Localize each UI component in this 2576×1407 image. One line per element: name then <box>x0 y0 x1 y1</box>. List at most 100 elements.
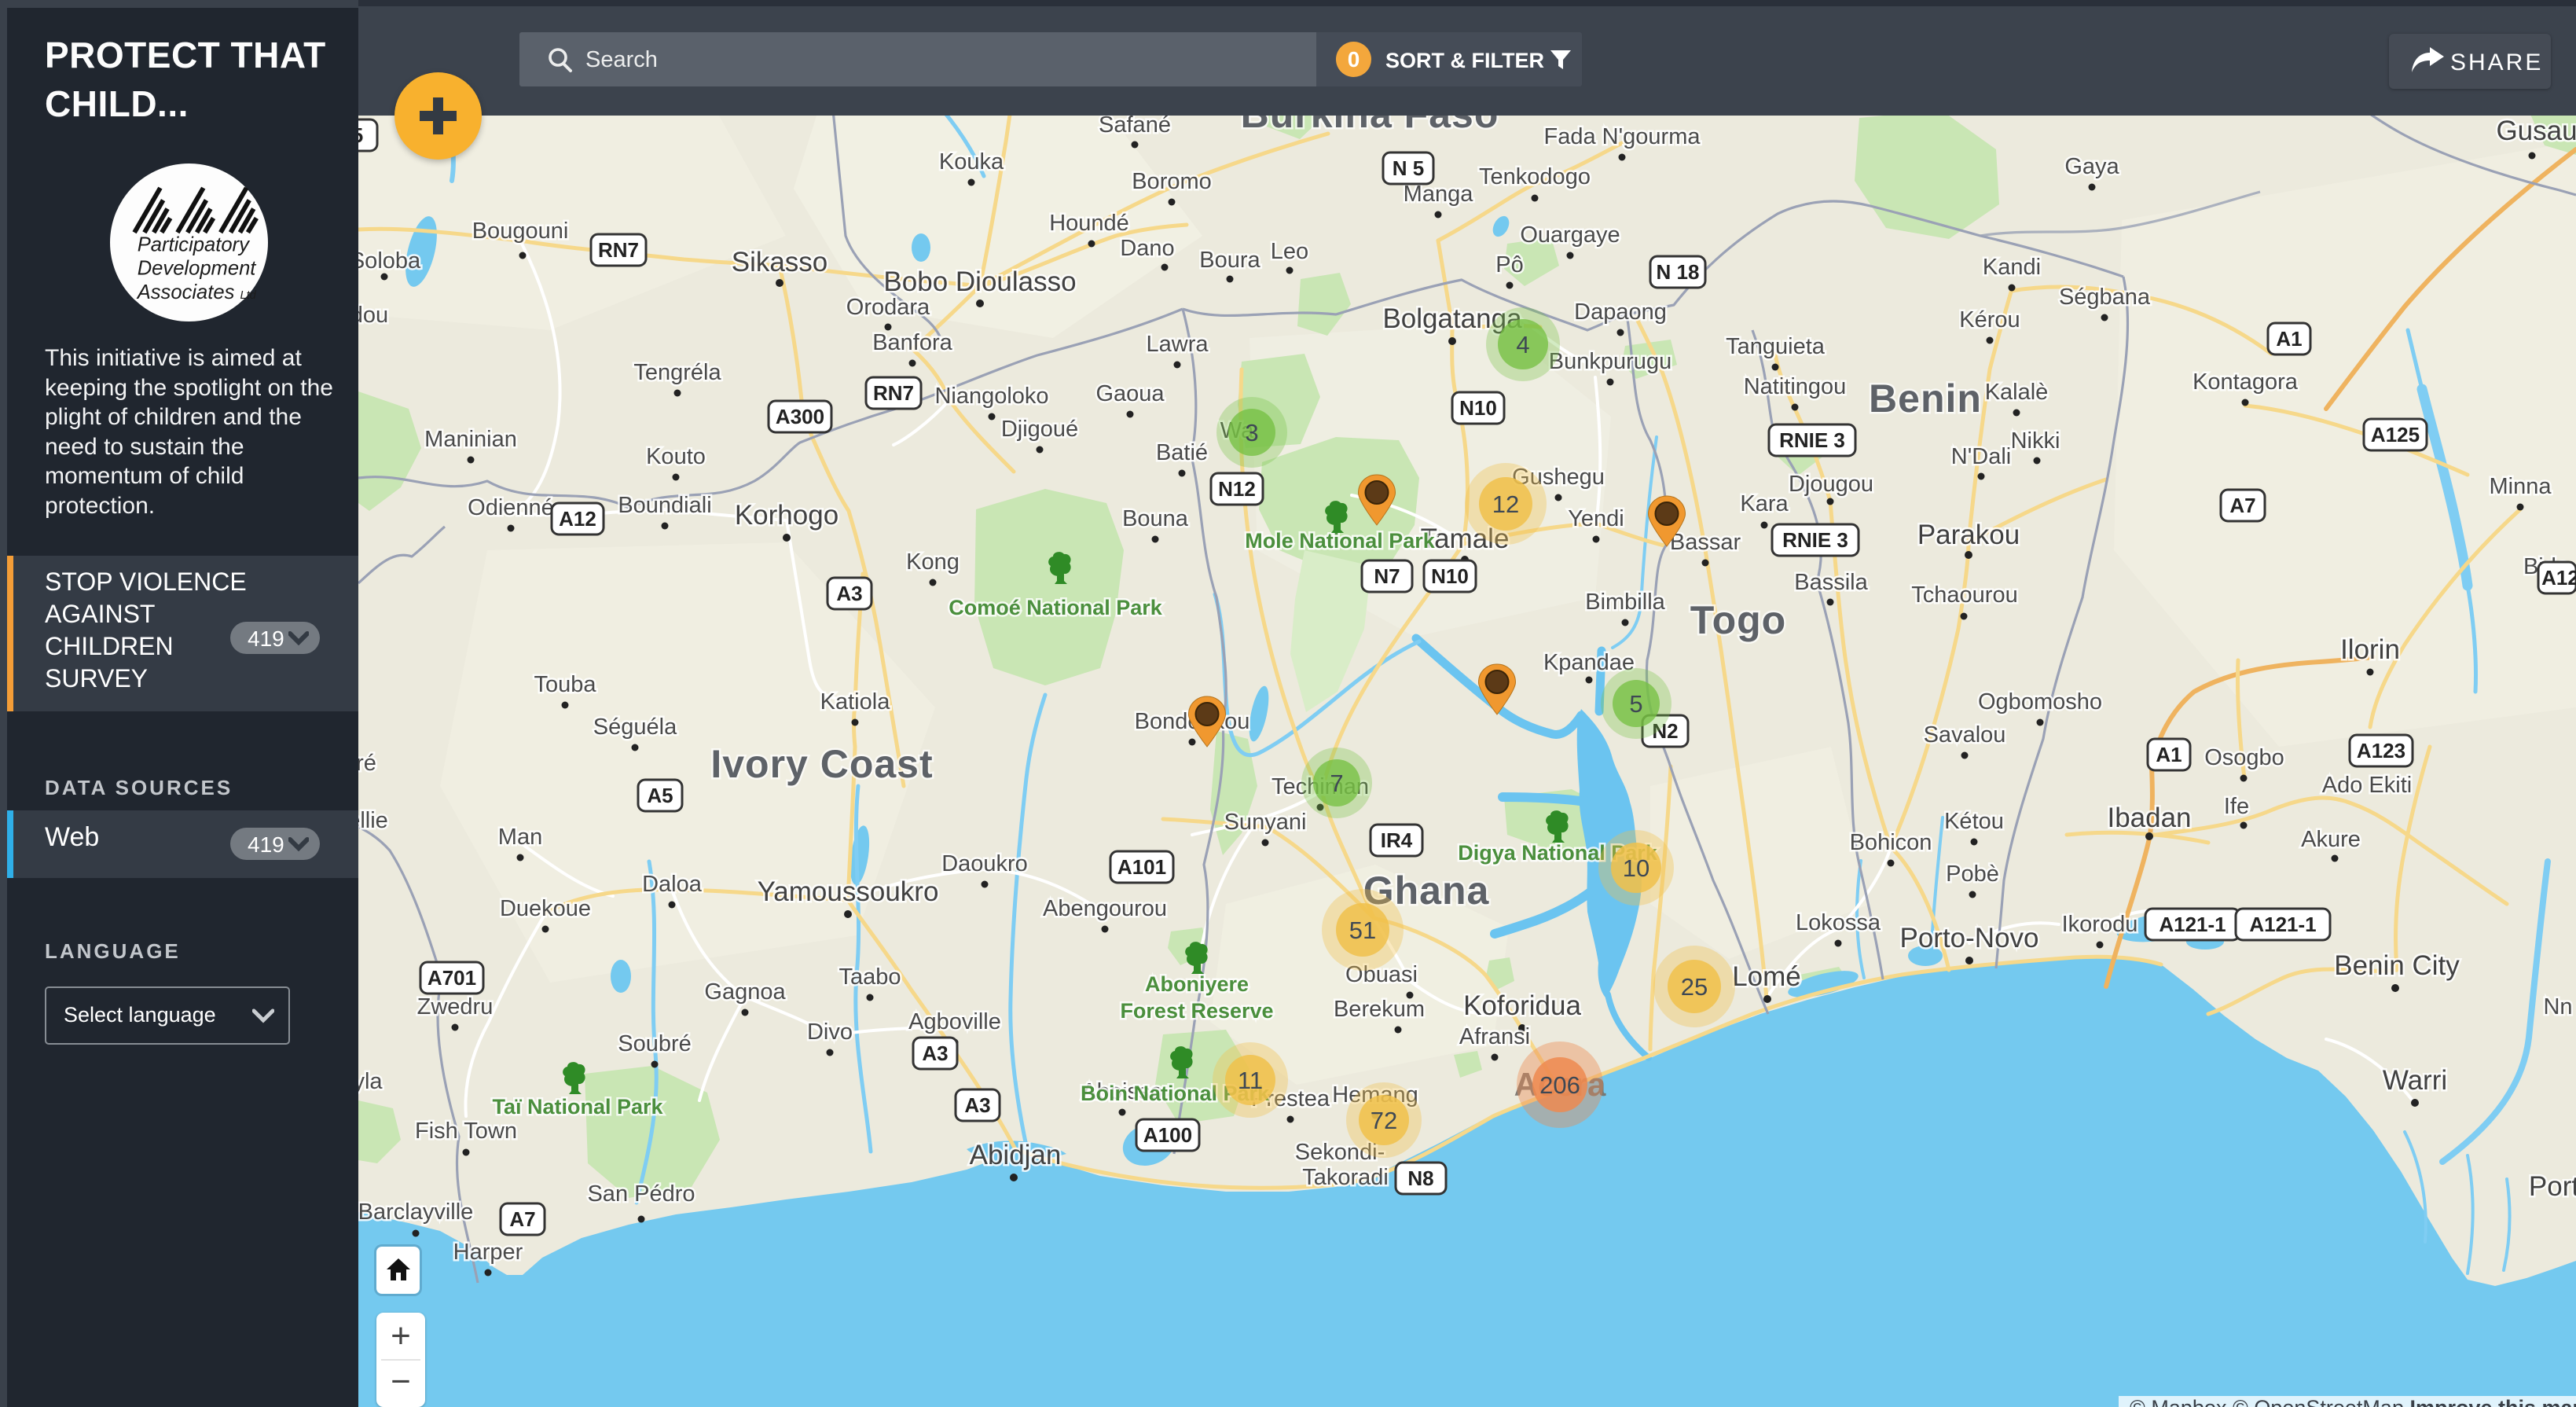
svg-text:A121-1: A121-1 <box>2249 913 2316 936</box>
svg-text:Kalalè: Kalalè <box>1985 380 2049 405</box>
svg-text:A1: A1 <box>2156 743 2182 766</box>
svg-text:Koforidua: Koforidua <box>1463 990 1581 1021</box>
svg-text:Gusau: Gusau <box>2496 116 2576 146</box>
svg-text:Safané: Safané <box>1099 112 1171 138</box>
svg-text:RNIE 3: RNIE 3 <box>1782 528 1848 552</box>
svg-text:Ilorin: Ilorin <box>2340 634 2400 665</box>
svg-text:N8: N8 <box>1407 1166 1433 1190</box>
svg-text:Niangoloko: Niangoloko <box>934 384 1048 409</box>
svg-text:51: 51 <box>1349 917 1376 944</box>
svg-text:Porto-Novo: Porto-Novo <box>1899 923 2038 953</box>
svg-text:Odienné: Odienné <box>468 495 554 520</box>
svg-text:N 18: N 18 <box>1657 260 1700 284</box>
svg-text:Taï National Park: Taï National Park <box>492 1095 663 1119</box>
svg-text:N7: N7 <box>1374 564 1400 588</box>
svg-text:Togo: Togo <box>1690 598 1786 642</box>
svg-text:Bunkpurugu: Bunkpurugu <box>1549 349 1671 374</box>
svg-text:RNIE 3: RNIE 3 <box>1779 428 1845 452</box>
svg-text:Development: Development <box>138 258 257 280</box>
svg-text:Benin City: Benin City <box>2334 950 2460 981</box>
svg-text:Fada N'gourma: Fada N'gourma <box>1544 124 1701 149</box>
svg-text:Afransi: Afransi <box>1459 1024 1530 1049</box>
svg-text:Taabo: Taabo <box>838 964 901 990</box>
svg-text:Djougou: Djougou <box>1789 472 1873 497</box>
svg-text:Soubré: Soubré <box>618 1031 692 1056</box>
svg-text:Ikorodu: Ikorodu <box>2062 912 2138 937</box>
svg-text:Katiola: Katiola <box>820 689 891 715</box>
svg-text:3: 3 <box>1245 419 1258 446</box>
svg-text:A123: A123 <box>2357 739 2405 762</box>
svg-text:Daoukro: Daoukro <box>941 851 1028 876</box>
svg-text:Touba: Touba <box>534 672 596 697</box>
svg-text:Boura: Boura <box>1199 248 1260 273</box>
svg-text:A101: A101 <box>1117 855 1166 879</box>
svg-text:Pobè: Pobè <box>1946 861 1999 887</box>
svg-text:Zwedru: Zwedru <box>417 994 494 1019</box>
svg-text:4: 4 <box>1516 331 1529 358</box>
svg-text:Nn: Nn <box>2543 994 2572 1019</box>
svg-text:Natitingou: Natitingou <box>1744 374 1847 399</box>
svg-text:N 5: N 5 <box>1393 156 1424 180</box>
svg-text:Duekoue: Duekoue <box>500 896 591 921</box>
svg-text:Participatory: Participatory <box>138 233 251 255</box>
svg-text:Gaya: Gaya <box>2064 154 2119 179</box>
svg-text:Forest Reserve: Forest Reserve <box>1120 999 1273 1023</box>
svg-text:Kong: Kong <box>906 549 960 575</box>
svg-text:Yendi: Yendi <box>1568 506 1624 531</box>
svg-text:Harper: Harper <box>453 1240 523 1265</box>
svg-text:Orodara: Orodara <box>846 295 930 320</box>
svg-text:N12: N12 <box>1218 477 1256 501</box>
svg-text:Djigoué: Djigoué <box>1001 417 1078 442</box>
svg-text:Ogbomosho: Ogbomosho <box>1978 689 2102 715</box>
svg-text:Manga: Manga <box>1404 182 1474 207</box>
svg-text:Parakou: Parakou <box>1917 520 2020 550</box>
svg-text:Fish Town: Fish Town <box>415 1119 517 1144</box>
svg-text:Abidjan: Abidjan <box>970 1140 1062 1170</box>
svg-text:Soloba: Soloba <box>350 248 421 274</box>
svg-text:Ivory Coast: Ivory Coast <box>710 742 933 786</box>
svg-text:Man: Man <box>498 825 542 850</box>
svg-text:Aboniyere: Aboniyere <box>1145 972 1249 996</box>
svg-text:Osogbo: Osogbo <box>2204 745 2284 770</box>
svg-text:Abengourou: Abengourou <box>1043 896 1167 921</box>
svg-text:Port: Port <box>2529 1171 2576 1202</box>
svg-text:Kouto: Kouto <box>646 444 706 469</box>
svg-text:Kara: Kara <box>1740 491 1789 516</box>
svg-text:Bohicon: Bohicon <box>1850 830 1932 855</box>
svg-text:IR4: IR4 <box>1381 828 1413 852</box>
svg-text:Kétou: Kétou <box>1944 809 2004 834</box>
svg-text:Tenkodogo: Tenkodogo <box>1479 164 1591 189</box>
svg-text:Bougouni: Bougouni <box>472 219 569 244</box>
svg-text:Ségbana: Ségbana <box>2059 285 2151 310</box>
svg-text:Pô: Pô <box>1495 252 1523 277</box>
svg-text:Gaoua: Gaoua <box>1095 381 1165 406</box>
svg-text:Warri: Warri <box>2383 1065 2447 1096</box>
svg-text:A3: A3 <box>836 582 862 605</box>
svg-text:25: 25 <box>1681 973 1708 1001</box>
svg-text:Tchaourou: Tchaourou <box>1911 582 2017 608</box>
svg-text:Kpandae: Kpandae <box>1543 650 1635 675</box>
svg-text:Dano: Dano <box>1120 236 1174 261</box>
svg-text:A3: A3 <box>964 1093 990 1117</box>
svg-text:Ouargaye: Ouargaye <box>1520 222 1620 248</box>
svg-text:A7: A7 <box>2229 494 2255 517</box>
svg-text:Minna: Minna <box>2490 474 2552 499</box>
svg-text:Maninian: Maninian <box>424 427 517 452</box>
svg-text:Tanguieta: Tanguieta <box>1726 334 1826 359</box>
svg-text:RN7: RN7 <box>873 381 914 405</box>
svg-text:Batié: Batié <box>1156 440 1208 465</box>
svg-text:Akure: Akure <box>2301 827 2361 852</box>
svg-text:Bouna: Bouna <box>1122 506 1189 531</box>
svg-text:11: 11 <box>1238 1067 1263 1094</box>
svg-text:A125: A125 <box>2371 423 2420 446</box>
svg-text:Benin: Benin <box>1869 377 1982 421</box>
svg-text:A7: A7 <box>509 1207 535 1231</box>
svg-text:Tengréla: Tengréla <box>633 360 721 385</box>
svg-text:Agboville: Agboville <box>908 1009 1001 1034</box>
svg-text:5: 5 <box>1629 690 1642 718</box>
svg-text:Divo: Divo <box>807 1019 853 1045</box>
svg-text:A300: A300 <box>776 405 824 428</box>
svg-text:Banfora: Banfora <box>872 330 952 355</box>
svg-text:Nikki: Nikki <box>2011 428 2060 454</box>
svg-text:Yamoussoukro: Yamoussoukro <box>758 876 939 907</box>
